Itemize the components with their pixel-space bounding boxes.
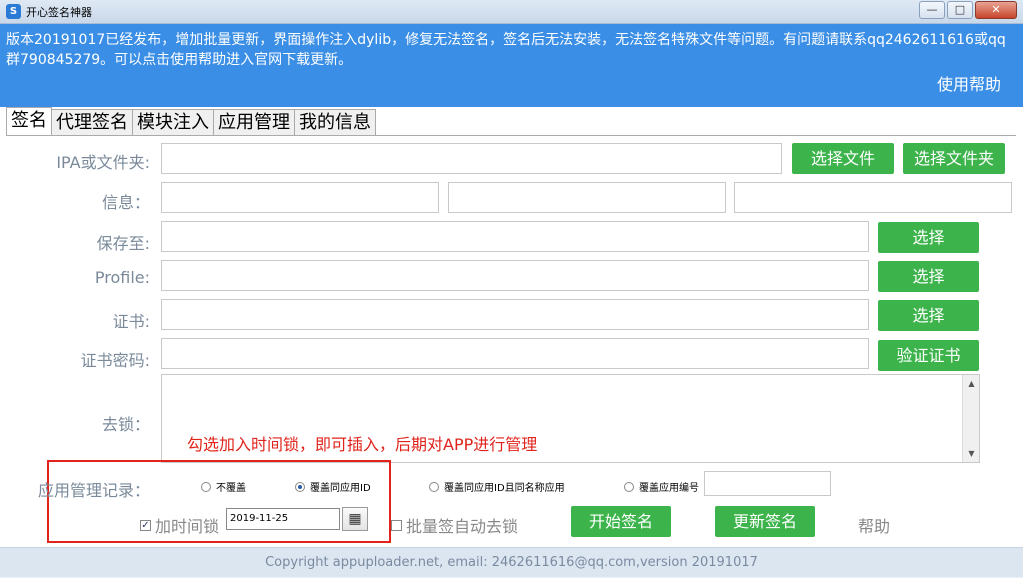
time-lock-date-input[interactable]: 2019-11-25 — [226, 508, 340, 530]
select-folder-button[interactable]: 选择文件夹 — [903, 143, 1005, 174]
app-icon: S — [6, 4, 21, 19]
title-bar: S 开心签名神器 — □ ✕ — [0, 0, 1023, 24]
scroll-up-icon[interactable]: ▲ — [963, 375, 980, 392]
help-link[interactable]: 帮助 — [858, 513, 890, 537]
notice-banner: 版本20191017已经发布，增加批量更新，界面操作注入dylib，修复无法签名… — [0, 24, 1023, 107]
app-number-input[interactable] — [704, 471, 831, 496]
tab-my-info[interactable]: 我的信息 — [294, 109, 376, 135]
scroll-down-icon[interactable]: ▼ — [963, 445, 980, 462]
radio-dot-icon — [429, 481, 439, 492]
profile-select-button[interactable]: 选择 — [878, 261, 979, 292]
close-button[interactable]: ✕ — [975, 1, 1017, 19]
cert-password-label: 证书密码: — [80, 351, 150, 370]
profile-label: Profile: — [94, 268, 150, 287]
notice-text: 版本20191017已经发布，增加批量更新，界面操作注入dylib，修复无法签名… — [6, 32, 1006, 68]
tab-proxy-sign[interactable]: 代理签名 — [51, 109, 133, 135]
tab-bar: 签名 代理签名 模块注入 应用管理 我的信息 — [6, 107, 376, 135]
checkbox-unchecked-icon — [391, 519, 402, 531]
textarea-scrollbar[interactable]: ▲ ▼ — [962, 375, 979, 462]
radio-dot-selected-icon — [295, 481, 305, 492]
cert-password-input[interactable] — [161, 338, 869, 369]
radio-overwrite-same-id-name[interactable]: 覆盖同应用ID且同名称应用 — [429, 479, 565, 494]
window-title: 开心签名神器 — [26, 6, 92, 19]
tab-app-manage[interactable]: 应用管理 — [213, 109, 295, 135]
maximize-button[interactable]: □ — [947, 1, 973, 19]
tab-module-inject[interactable]: 模块注入 — [132, 109, 214, 135]
radio-dot-icon — [201, 481, 211, 492]
info-input-1[interactable] — [161, 182, 439, 213]
window-controls: — □ ✕ — [919, 1, 1017, 19]
batch-unlock-checkbox[interactable]: 批量签自动去锁 — [391, 513, 518, 537]
profile-input[interactable] — [161, 260, 869, 291]
calendar-icon[interactable]: ▦ — [342, 507, 368, 531]
footer-copyright: Copyright appuploader.net, email: 246261… — [0, 547, 1023, 577]
radio-no-overwrite[interactable]: 不覆盖 — [201, 479, 246, 494]
info-label: 信息： — [101, 193, 150, 212]
cert-input[interactable] — [161, 299, 869, 330]
save-path-input[interactable] — [161, 221, 869, 252]
ipa-label: IPA或文件夹: — [56, 153, 150, 172]
save-label: 保存至: — [96, 234, 150, 253]
time-lock-checkbox[interactable]: ✓ 加时间锁 — [140, 513, 219, 537]
save-select-button[interactable]: 选择 — [878, 222, 979, 253]
cert-label: 证书: — [112, 312, 150, 331]
ipa-input[interactable] — [161, 143, 782, 174]
start-sign-button[interactable]: 开始签名 — [571, 506, 671, 537]
info-input-2[interactable] — [448, 182, 726, 213]
annotation-note: 勾选加入时间锁，即可插入，后期对APP进行管理 — [187, 435, 538, 454]
radio-overwrite-app-number[interactable]: 覆盖应用编号 — [624, 479, 699, 494]
minimize-button[interactable]: — — [919, 1, 945, 19]
tab-divider — [6, 135, 1016, 136]
app-record-label: 应用管理记录： — [37, 481, 150, 500]
verify-cert-button[interactable]: 验证证书 — [878, 340, 979, 371]
cert-select-button[interactable]: 选择 — [878, 300, 979, 331]
radio-dot-icon — [624, 481, 634, 492]
tab-sign[interactable]: 签名 — [6, 107, 52, 135]
usage-help-link[interactable]: 使用帮助 — [937, 71, 1001, 95]
info-input-3[interactable] — [734, 182, 1012, 213]
checkbox-checked-icon: ✓ — [140, 519, 151, 531]
select-file-button[interactable]: 选择文件 — [792, 143, 894, 174]
remove-lock-label: 去锁： — [101, 415, 150, 434]
radio-overwrite-same-id[interactable]: 覆盖同应用ID — [295, 479, 371, 494]
update-sign-button[interactable]: 更新签名 — [715, 506, 815, 537]
